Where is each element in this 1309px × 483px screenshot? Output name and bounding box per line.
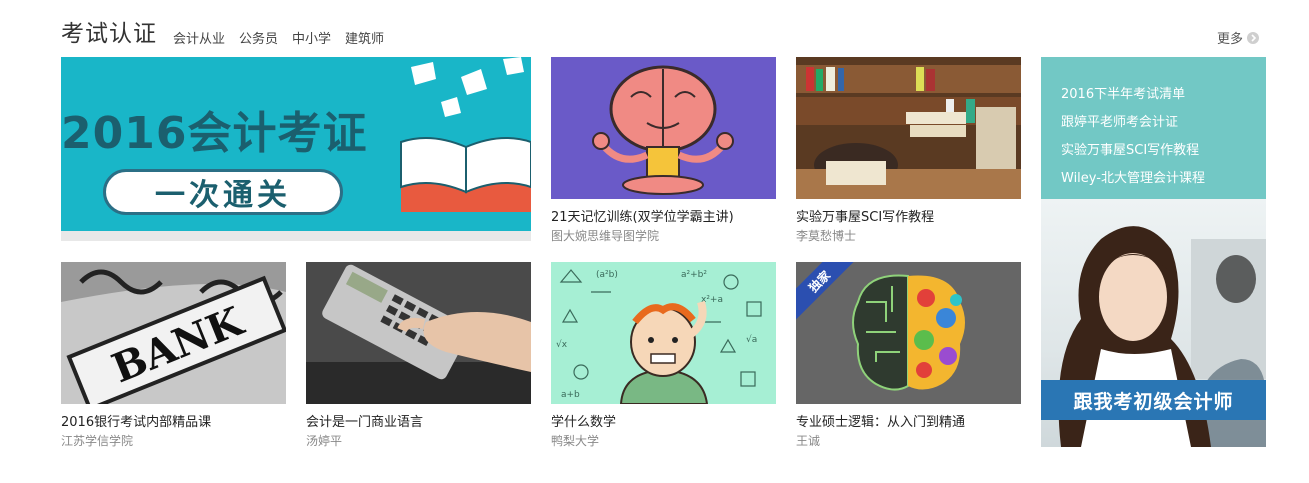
- course-card[interactable]: BANK 2016银行考试内部精品课 江苏学信学院: [61, 262, 286, 452]
- open-book-icon: [400, 137, 531, 212]
- course-thumbnail[interactable]: BANK: [61, 262, 286, 404]
- banner-pill: 一次通关: [103, 169, 343, 215]
- brain-icon: [592, 65, 734, 195]
- svg-text:√x: √x: [556, 339, 568, 350]
- course-teacher: 鸭梨大学: [551, 434, 600, 448]
- course-card[interactable]: 实验万事屋SCI写作教程 李莫愁博士: [796, 57, 1021, 247]
- math-cartoon: (a²b) a²+b²√x x²+a√aa+b: [551, 262, 776, 404]
- course-card[interactable]: 会计是一门商业语言 汤婷平: [306, 262, 531, 452]
- tab-primary-secondary[interactable]: 中小学: [292, 28, 331, 47]
- course-teacher: 王诚: [796, 434, 821, 448]
- bank-sign-photo: BANK: [61, 262, 286, 404]
- ad-link[interactable]: Wiley-北大管理会计课程: [1061, 167, 1205, 186]
- svg-text:a²+b²: a²+b²: [681, 270, 707, 280]
- course-card[interactable]: 21天记忆训练(双学位学霸主讲) 图大婉思维导图学院: [551, 57, 776, 247]
- course-thumbnail[interactable]: (a²b) a²+b² √x x²+a √a a+b: [551, 262, 776, 404]
- course-thumbnail[interactable]: [306, 262, 531, 404]
- chevron-right-icon: [1247, 31, 1259, 44]
- ad-links-panel: 2016下半年考试清单 跟婷平老师考会计证 实验万事屋SCI写作教程 Wiley…: [1041, 57, 1266, 199]
- svg-text:a+b: a+b: [561, 390, 580, 400]
- library-photo: [796, 57, 1021, 199]
- side-ad: 2016下半年考试清单 跟婷平老师考会计证 实验万事屋SCI写作教程 Wiley…: [1041, 57, 1266, 447]
- course-thumbnail[interactable]: 独家: [796, 262, 1021, 404]
- banner-title: 2016会计考证: [61, 108, 368, 159]
- ad-link[interactable]: 跟婷平老师考会计证: [1061, 111, 1178, 130]
- ad-link[interactable]: 实验万事屋SCI写作教程: [1061, 139, 1199, 158]
- course-title[interactable]: 21天记忆训练(双学位学霸主讲): [551, 206, 734, 225]
- svg-text:(a²b): (a²b): [596, 270, 618, 280]
- course-thumbnail[interactable]: [796, 57, 1021, 199]
- course-card[interactable]: (a²b) a²+b² √x x²+a √a a+b 学什么数学 鸭梨大学: [551, 262, 776, 452]
- course-teacher: 图大婉思维导图学院: [551, 229, 660, 243]
- course-teacher: 李莫愁博士: [796, 229, 857, 243]
- course-thumbnail[interactable]: [551, 57, 776, 199]
- promo-banner[interactable]: 2016会计考证 一次通关: [61, 57, 531, 241]
- section-title: 考试认证: [61, 21, 157, 47]
- category-tabs: 会计从业 公务员 中小学 建筑师: [173, 28, 384, 47]
- ad-link[interactable]: 2016下半年考试清单: [1061, 83, 1185, 102]
- course-teacher: 江苏学信学院: [61, 434, 134, 448]
- tab-architect[interactable]: 建筑师: [345, 28, 384, 47]
- course-title[interactable]: 学什么数学: [551, 411, 616, 430]
- banner-desk: [61, 231, 531, 241]
- course-title[interactable]: 2016银行考试内部精品课: [61, 411, 211, 430]
- tab-accounting[interactable]: 会计从业: [173, 28, 225, 47]
- course-title[interactable]: 实验万事屋SCI写作教程: [796, 206, 934, 225]
- banner-subtitle: 一次通关: [155, 178, 291, 213]
- ad-caption-text: 跟我考初级会计师: [1073, 390, 1234, 413]
- course-title[interactable]: 会计是一门商业语言: [306, 411, 423, 430]
- more-link[interactable]: 更多: [1217, 28, 1259, 47]
- ad-caption[interactable]: 跟我考初级会计师: [1041, 380, 1266, 420]
- svg-text:√a: √a: [746, 334, 757, 345]
- calculator-photo: [306, 262, 531, 404]
- more-label: 更多: [1216, 32, 1243, 47]
- course-card[interactable]: 独家 专业硕士逻辑：从入门到精通 王诚: [796, 262, 1021, 452]
- course-teacher: 汤婷平: [306, 434, 343, 448]
- tab-civil-servant[interactable]: 公务员: [239, 28, 278, 47]
- course-title[interactable]: 专业硕士逻辑：从入门到精通: [796, 411, 965, 430]
- flying-pages-icon: [411, 57, 524, 117]
